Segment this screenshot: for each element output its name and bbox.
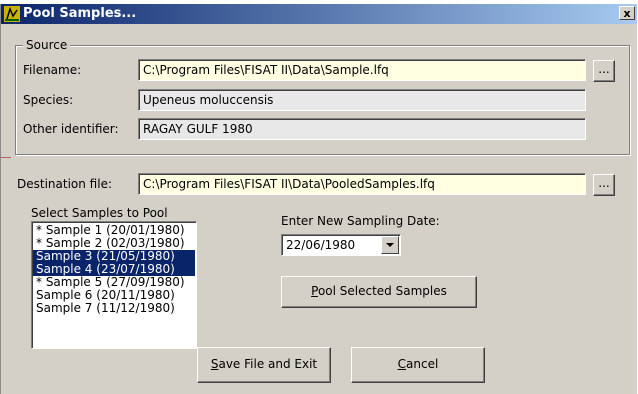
source-legend: Source bbox=[23, 38, 71, 52]
species-field[interactable]: Upeneus moluccensis bbox=[138, 89, 586, 111]
fish-app-icon bbox=[4, 6, 20, 22]
cancel-label: ancel bbox=[406, 357, 439, 371]
title-bar[interactable]: Pool Samples... x bbox=[1, 4, 637, 24]
species-label: Species: bbox=[23, 93, 74, 107]
pool-selected-button[interactable]: Pool Selected Samples bbox=[281, 276, 477, 308]
date-combobox[interactable]: 22/06/1980 bbox=[281, 234, 401, 256]
samples-label: Select Samples to Pool bbox=[31, 206, 168, 220]
save-exit-button[interactable]: Save File and Exit bbox=[197, 347, 331, 383]
close-button[interactable]: x bbox=[619, 6, 635, 20]
browse-destination-button[interactable]: ... bbox=[593, 174, 615, 196]
cancel-button[interactable]: Cancel bbox=[351, 347, 485, 383]
save-label: ave File and Exit bbox=[218, 357, 318, 371]
edge-divider bbox=[1, 157, 11, 158]
filename-label: Filename: bbox=[23, 63, 82, 77]
list-item[interactable]: Sample 7 (11/12/1980) bbox=[33, 302, 195, 315]
destination-label: Destination file: bbox=[17, 177, 112, 191]
pool-access-key: P bbox=[311, 284, 318, 298]
date-label: Enter New Sampling Date: bbox=[281, 214, 440, 228]
chevron-down-icon[interactable] bbox=[381, 236, 399, 254]
samples-listbox[interactable]: * Sample 1 (20/01/1980) * Sample 2 (02/0… bbox=[31, 221, 197, 349]
window-title: Pool Samples... bbox=[23, 6, 137, 21]
pool-label: ool Selected Samples bbox=[317, 284, 447, 298]
browse-source-button[interactable]: ... bbox=[593, 60, 615, 82]
pool-samples-window: Pool Samples... x Source Filename: C:\Pr… bbox=[0, 4, 637, 394]
cancel-access-key: C bbox=[397, 357, 407, 371]
identifier-label: Other identifier: bbox=[23, 122, 119, 136]
filename-field[interactable]: C:\Program Files\FISAT II\Data\Sample.lf… bbox=[138, 59, 586, 81]
destination-field[interactable]: C:\Program Files\FISAT II\Data\PooledSam… bbox=[138, 173, 586, 195]
identifier-field[interactable]: RAGAY GULF 1980 bbox=[138, 118, 586, 140]
date-value: 22/06/1980 bbox=[286, 238, 356, 252]
